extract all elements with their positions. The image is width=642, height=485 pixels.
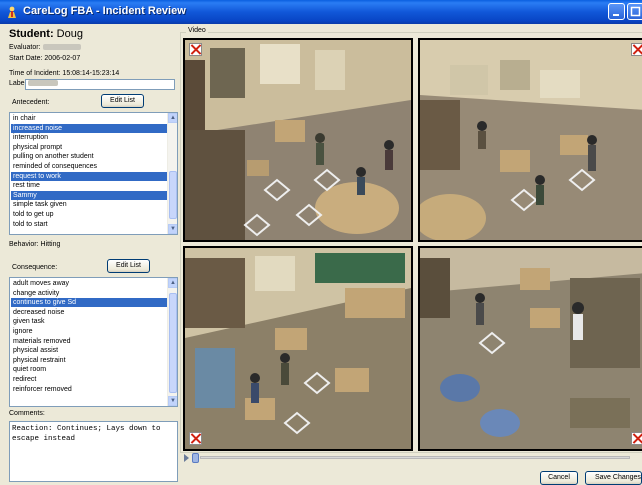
save-changes-button[interactable]: Save Changes [585,471,642,485]
consequence-list-item[interactable]: ignore [11,327,168,336]
consequence-list-item[interactable]: continues to give Sd [11,298,168,308]
consequence-caption: Consequence: [12,264,58,271]
classroom-video-frame [185,40,411,240]
incident-details-panel: Student: Doug Evaluator: Start Date: 200… [0,24,180,485]
antecedent-list-item[interactable]: told to get up [11,210,168,219]
video-timeline[interactable] [184,452,642,464]
incident-time: Time of Incident: 15:08:14-15:23:14 [9,70,120,77]
maximize-button[interactable] [627,3,642,20]
comments-caption: Comments: [9,410,45,417]
consequence-list-item[interactable]: change activity [11,289,168,298]
play-icon[interactable] [184,454,189,462]
consequence-list-item[interactable]: physical restraint [11,356,168,365]
camera-view-2[interactable] [418,38,642,242]
evaluator-row: Evaluator: [9,44,81,51]
cancel-button[interactable]: Cancel [540,471,578,485]
antecedent-list-item[interactable]: Sammy [11,190,168,200]
label-input[interactable] [25,79,175,90]
app-window: CareLog FBA - Incident Review Student: D… [0,0,642,485]
antecedent-list-item[interactable]: in chair [11,114,168,123]
antecedent-list-item[interactable]: physical prompt [11,143,168,152]
classroom-video-frame [420,248,642,449]
consequence-scrollbar[interactable]: ▲ ▼ [167,278,177,406]
antecedent-list-item[interactable]: increased noise [11,123,168,133]
student-heading: Student: Doug [9,28,83,40]
window-title: CareLog FBA - Incident Review [23,5,186,17]
consequence-list-item[interactable]: given task [11,317,168,326]
close-camera-icon[interactable] [189,43,202,56]
classroom-video-frame [185,248,411,449]
scroll-up-icon[interactable]: ▲ [168,113,177,123]
camera-view-1[interactable] [183,38,413,242]
scroll-down-icon[interactable]: ▼ [168,224,177,234]
consequence-list-item[interactable]: physical assist [11,346,168,355]
minimize-button[interactable] [608,3,625,20]
student-heading-label: Student: [9,28,54,40]
camera-view-3[interactable] [183,246,413,451]
scroll-down-icon[interactable]: ▼ [168,396,177,406]
edit-antecedent-list-button[interactable]: Edit List [101,94,144,108]
camera-view-4[interactable] [418,246,642,451]
scroll-up-icon[interactable]: ▲ [168,278,177,288]
consequence-list-item[interactable]: decreased noise [11,308,168,317]
evaluator-name-redacted [42,44,81,51]
student-name: Doug [56,28,83,40]
antecedent-list[interactable]: in chair increased noise interruption physi… [9,112,178,235]
classroom-video-frame [420,40,642,240]
antecedent-list-item[interactable]: reminded of consequences [11,162,168,171]
antecedent-list-item[interactable]: told to start [11,220,168,229]
antecedent-list-item[interactable]: simple task given [11,200,168,209]
edit-consequence-list-button[interactable]: Edit List [107,259,150,273]
timeline-handle[interactable] [192,453,199,463]
scroll-thumb[interactable] [169,171,177,219]
maximize-icon [630,6,641,17]
antecedent-list-item[interactable]: pulling on another student [11,152,168,161]
behavior-text: Behavior: Hitting [9,241,61,248]
consequence-list-item[interactable]: reinforcer removed [11,385,168,394]
consequence-list-item[interactable]: redirect [11,375,168,384]
video-legend: Video [186,27,208,34]
consequence-list-item[interactable]: adult moves away [11,279,168,288]
close-camera-icon[interactable] [189,432,202,445]
start-date: Start Date: 2006-02-07 [9,55,81,62]
close-camera-icon[interactable] [631,43,642,56]
consequence-list-item[interactable]: quiet room [11,365,168,374]
close-camera-icon[interactable] [631,432,642,445]
antecedent-list-item[interactable]: rest time [11,181,168,190]
minimize-icon [613,14,619,16]
label-value-redacted [28,80,58,87]
consequence-list[interactable]: adult moves away change activity continues… [9,277,178,407]
consequence-list-item[interactable]: materials removed [11,337,168,346]
timeline-track[interactable] [200,456,630,459]
title-bar: CareLog FBA - Incident Review [0,0,642,24]
antecedent-list-item[interactable]: request to work [11,171,168,181]
antecedent-list-item[interactable]: interruption [11,133,168,142]
antecedent-scrollbar[interactable]: ▲ ▼ [167,113,177,234]
evaluator-label: Evaluator: [9,44,41,51]
comments-textarea[interactable]: Reaction: Continues; Lays down to escape… [9,421,178,482]
antecedent-caption: Antecedent: [12,99,50,106]
scroll-thumb[interactable] [169,293,177,393]
app-icon [8,6,16,18]
